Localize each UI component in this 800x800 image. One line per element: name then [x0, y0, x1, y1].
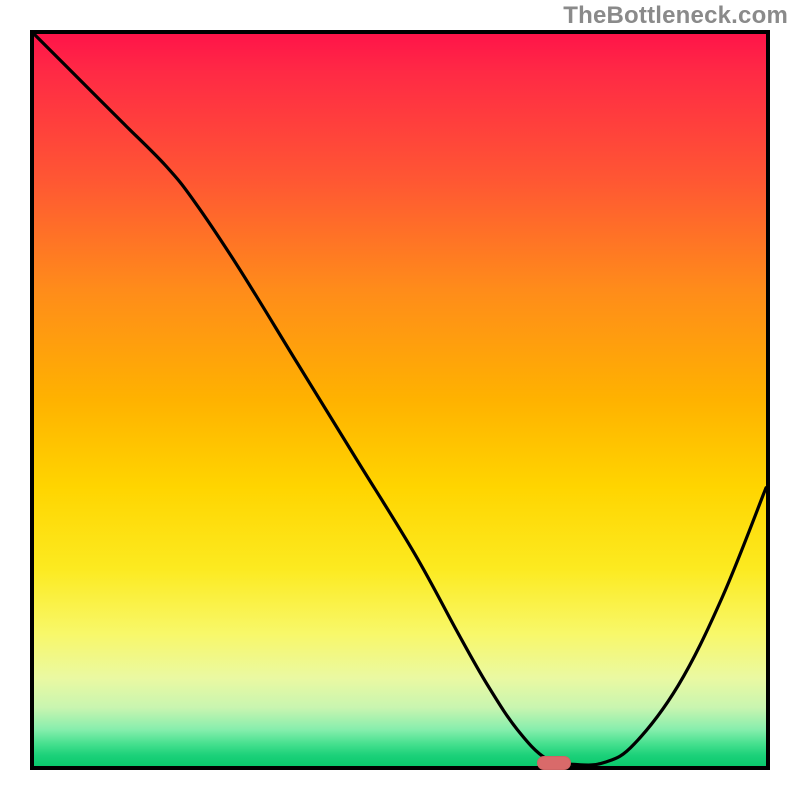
optimal-marker [537, 756, 571, 770]
chart-container: TheBottleneck.com [0, 0, 800, 800]
attribution-text: TheBottleneck.com [563, 2, 788, 30]
bottleneck-curve [34, 34, 766, 766]
plot-area [30, 30, 770, 770]
